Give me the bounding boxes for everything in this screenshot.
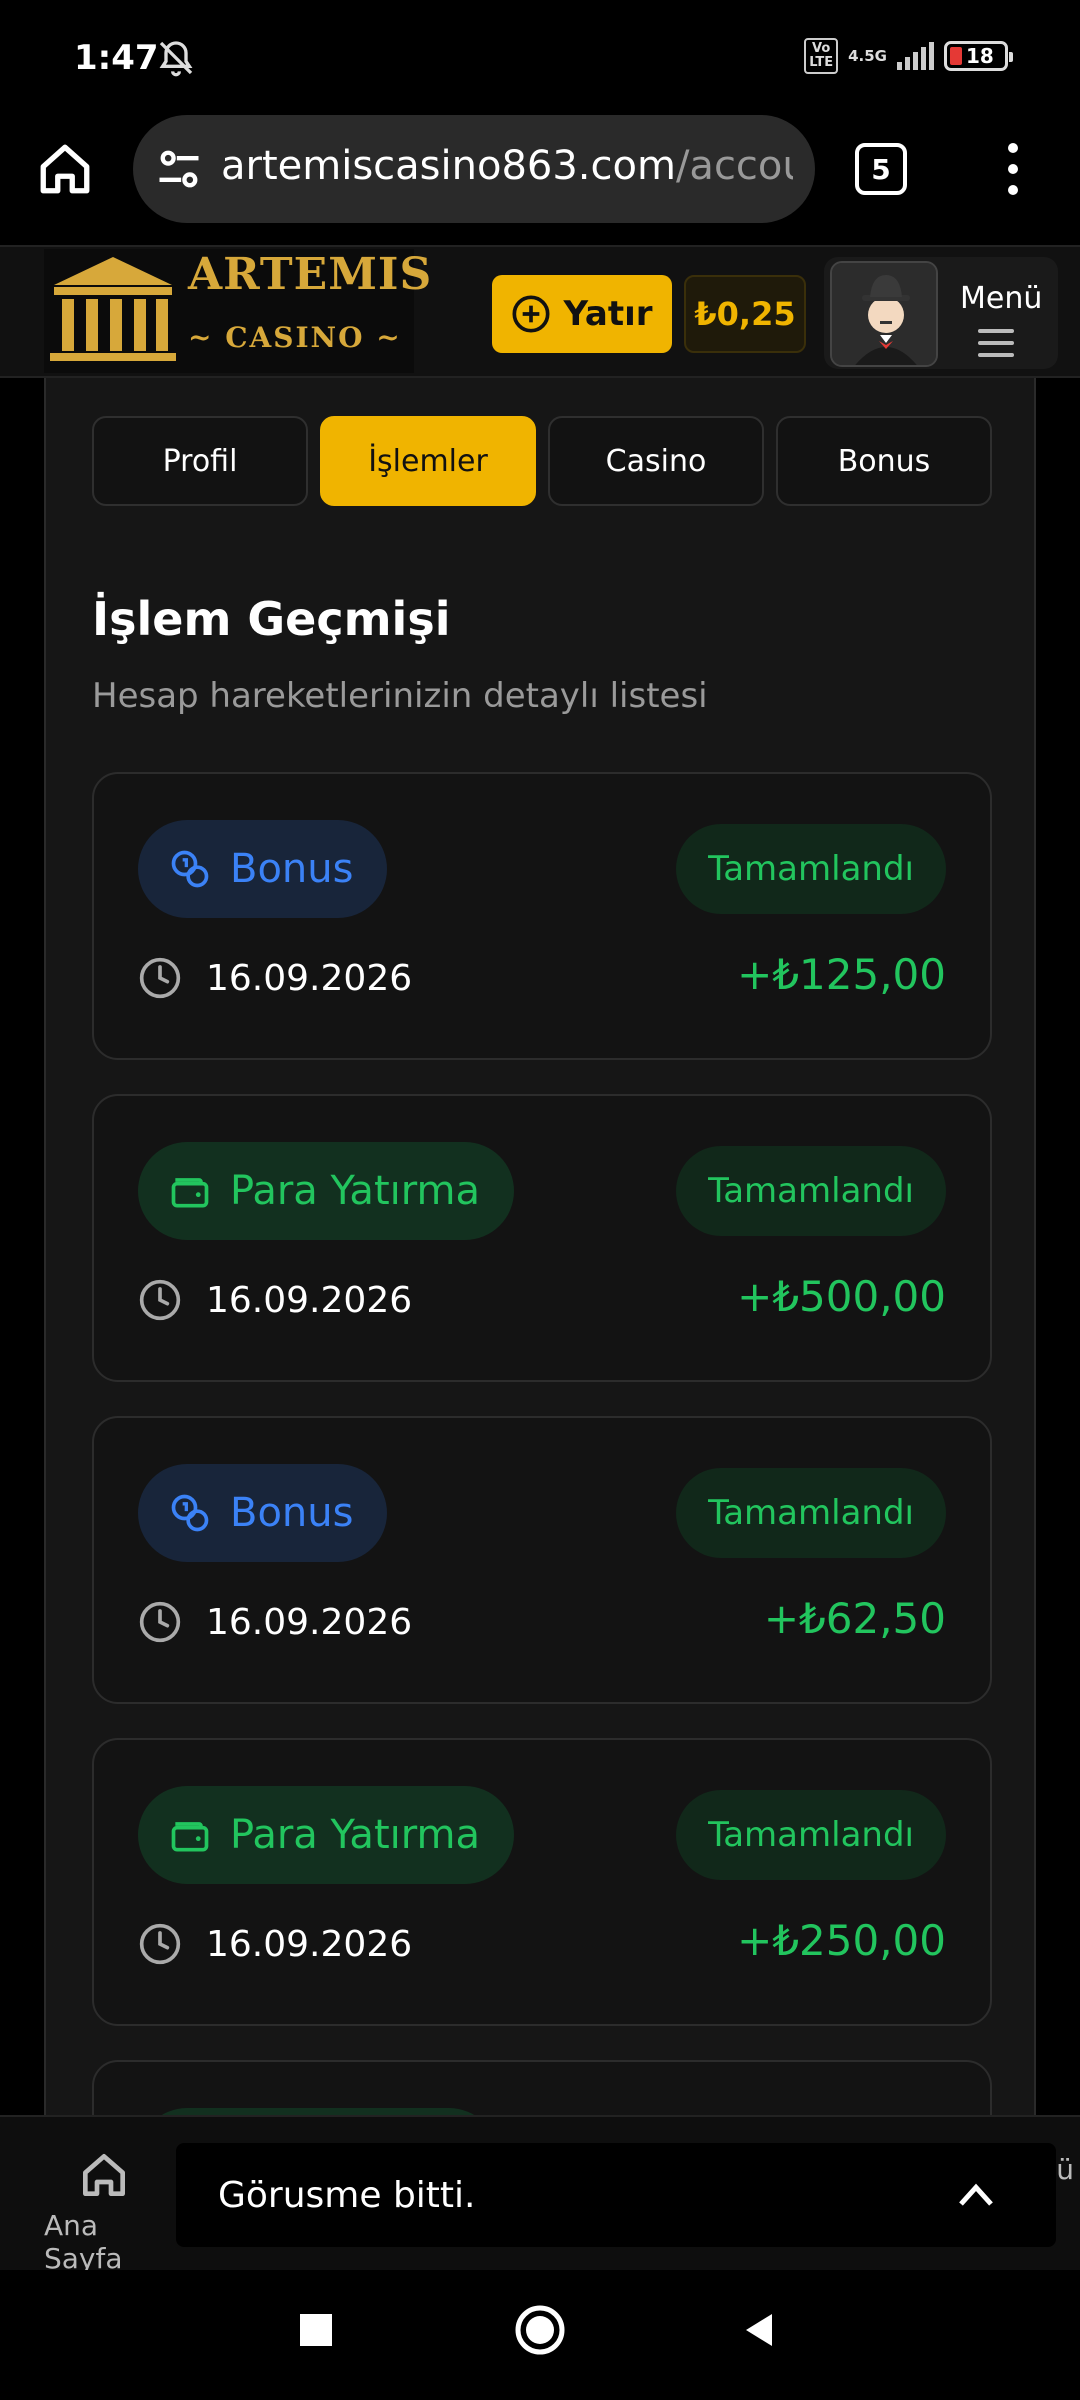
nav-menu-label: ü <box>1056 2153 1074 2186</box>
browser-toolbar: artemiscasino863.com/accou 5 <box>0 115 1080 245</box>
transaction-type: Para Yatırma <box>230 1812 480 1858</box>
address-bar[interactable]: artemiscasino863.com/accou <box>133 115 815 223</box>
logo-subtitle-text: CASINO <box>225 321 365 354</box>
clock-icon <box>139 1601 181 1643</box>
wallet-icon <box>171 1822 209 1852</box>
site-settings-icon[interactable] <box>153 143 205 195</box>
chevron-up-icon[interactable] <box>956 2179 996 2209</box>
transaction-card[interactable] <box>92 2060 992 2115</box>
user-menu-button[interactable]: Menü <box>824 257 1058 369</box>
status-badge: Tamamlandı <box>676 1146 946 1236</box>
tab-profile[interactable]: Profil <box>92 416 308 506</box>
transaction-amount: +₺500,00 <box>737 1272 946 1321</box>
system-navigation <box>0 2270 1080 2400</box>
volte-icon: Vo LTE <box>804 38 839 74</box>
back-icon[interactable] <box>740 2310 780 2350</box>
transaction-type-badge: Para Yatırma <box>138 1786 514 1884</box>
coins-icon <box>171 1494 209 1532</box>
url-domain: artemiscasino863.com <box>221 143 676 189</box>
recents-icon[interactable] <box>296 2310 336 2350</box>
status-badge: Tamamlandı <box>676 824 946 914</box>
transaction-type-badge <box>138 2108 498 2115</box>
clock-icon <box>139 1279 181 1321</box>
temple-icon <box>50 257 176 361</box>
coins-icon <box>171 850 209 888</box>
page-subtitle: Hesap hareketlerinizin detaylı listesi <box>92 676 708 716</box>
transaction-type-badge: Para Yatırma <box>138 1142 514 1240</box>
menu-label: Menü <box>960 281 1043 316</box>
network-type: 4.5G <box>848 47 887 65</box>
toast-text: Görusme bitti. <box>218 2174 476 2216</box>
account-panel: Profil İşlemler Casino Bonus İşlem Geçmi… <box>44 378 1036 2115</box>
balance-display[interactable]: ₺0,25 <box>684 275 806 353</box>
clock-icon <box>139 1923 181 1965</box>
wallet-icon <box>171 1178 209 1208</box>
tab-switcher-button[interactable]: 5 <box>855 143 907 195</box>
battery-level: 18 <box>966 44 994 68</box>
transaction-card[interactable]: Bonus Tamamlandı 16.09.2026 +₺125,00 <box>92 772 992 1060</box>
more-options-icon[interactable] <box>998 143 1028 195</box>
transaction-type-badge: Bonus <box>138 820 388 918</box>
main-content: Profil İşlemler Casino Bonus İşlem Geçmi… <box>0 378 1080 2115</box>
url-text[interactable]: artemiscasino863.com/accou <box>221 143 793 189</box>
transaction-amount: +₺62,50 <box>763 1594 946 1643</box>
transaction-type: Para Yatırma <box>230 1168 480 1214</box>
avatar <box>830 261 938 367</box>
page-title: İşlem Geçmişi <box>92 592 451 646</box>
status-badge: Tamamlandı <box>676 1468 946 1558</box>
bottom-navigation: Ana Sayfa 777 Görusme bitti. ü <box>0 2115 1080 2275</box>
transaction-date-row: 16.09.2026 <box>138 1600 412 1644</box>
site-header: ARTEMIS ~ CASINO ~ Yatır ₺0,25 Menü <box>0 245 1080 378</box>
transaction-date-row: 16.09.2026 <box>138 1278 412 1322</box>
transaction-date: 16.09.2026 <box>206 1601 413 1643</box>
clock-icon <box>139 957 181 999</box>
transaction-amount: +₺250,00 <box>737 1916 946 1965</box>
logo-subtitle: ~ CASINO ~ <box>188 321 402 354</box>
status-indicators: Vo LTE 4.5G 18 <box>804 38 1013 74</box>
tab-bonus[interactable]: Bonus <box>776 416 992 506</box>
tab-casino[interactable]: Casino <box>548 416 764 506</box>
transaction-date-row: 16.09.2026 <box>138 956 412 1000</box>
hamburger-icon <box>978 329 1014 357</box>
transaction-date: 16.09.2026 <box>206 1279 413 1321</box>
transaction-card[interactable]: Para Yatırma Tamamlandı 16.09.2026 +₺250… <box>92 1738 992 2026</box>
battery-icon: 18 <box>944 41 1013 71</box>
nav-home[interactable]: Ana Sayfa <box>44 2147 164 2275</box>
status-bar: 1:47 Vo LTE 4.5G 18 <box>0 0 1080 115</box>
transaction-date: 16.09.2026 <box>206 957 413 999</box>
account-tabs: Profil İşlemler Casino Bonus <box>92 416 992 506</box>
toast-notification[interactable]: Görusme bitti. <box>176 2143 1056 2247</box>
avatar-image <box>832 263 936 365</box>
deposit-label: Yatır <box>563 294 653 334</box>
transaction-amount: +₺125,00 <box>737 950 946 999</box>
notifications-off-icon <box>159 41 193 77</box>
deposit-button[interactable]: Yatır <box>492 275 672 353</box>
site-logo[interactable]: ARTEMIS ~ CASINO ~ <box>44 249 431 373</box>
home-icon[interactable] <box>36 140 94 198</box>
transaction-card[interactable]: Para Yatırma Tamamlandı 16.09.2026 +₺500… <box>92 1094 992 1382</box>
home-button-icon[interactable] <box>514 2304 566 2356</box>
logo-title: ARTEMIS <box>188 249 433 300</box>
url-path: /accou <box>675 143 793 189</box>
nav-home-label: Ana Sayfa <box>44 2209 123 2275</box>
transaction-type: Bonus <box>230 1490 354 1536</box>
plus-circle-icon <box>512 295 550 333</box>
transaction-type: Bonus <box>230 846 354 892</box>
signal-icon <box>897 42 934 70</box>
home-icon <box>83 2154 125 2196</box>
status-time: 1:47 <box>74 38 159 78</box>
tab-transactions[interactable]: İşlemler <box>320 416 536 506</box>
transaction-date: 16.09.2026 <box>206 1923 413 1965</box>
transaction-date-row: 16.09.2026 <box>138 1922 412 1966</box>
transaction-card[interactable]: Bonus Tamamlandı 16.09.2026 +₺62,50 <box>92 1416 992 1704</box>
status-badge: Tamamlandı <box>676 1790 946 1880</box>
transaction-type-badge: Bonus <box>138 1464 388 1562</box>
